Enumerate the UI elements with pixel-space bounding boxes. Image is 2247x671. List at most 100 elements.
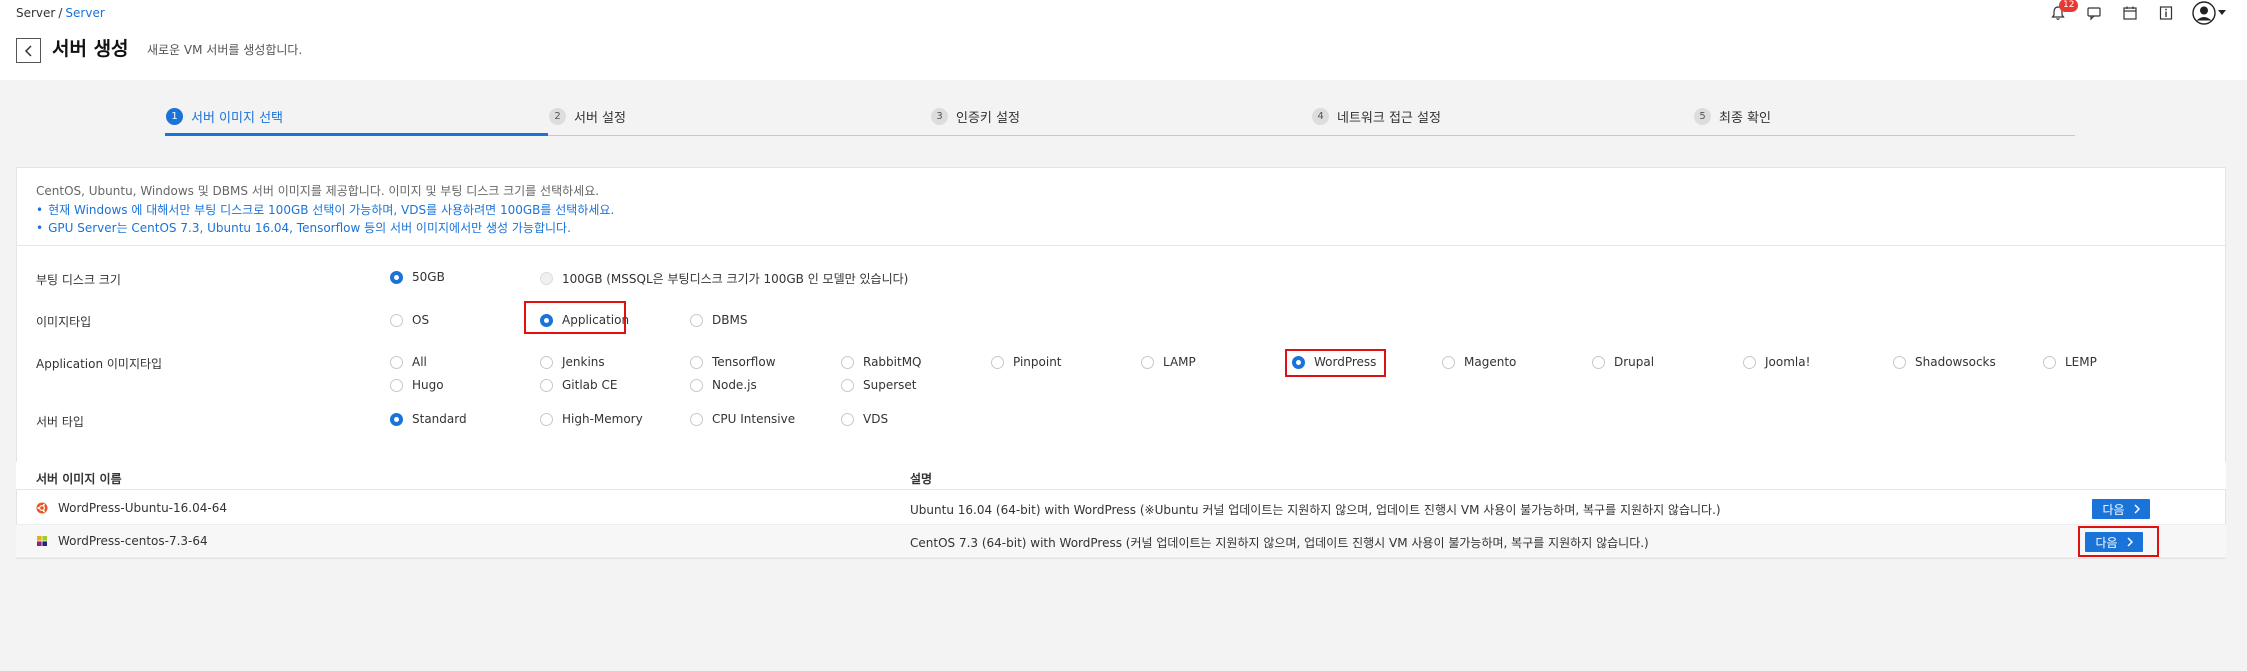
user-menu-button[interactable]	[2191, 1, 2227, 25]
step-number: 4	[1312, 108, 1329, 125]
image-type-label: 이미지타입	[36, 315, 92, 329]
image-name: WordPress-centos-7.3-64	[58, 534, 208, 548]
back-button[interactable]	[16, 38, 41, 63]
step-final-confirm[interactable]: 5 최종 확인	[1694, 107, 1771, 126]
radio-label: Pinpoint	[1013, 355, 1062, 369]
radio-dot	[390, 270, 403, 284]
radio-app-nodejs[interactable]: Node.js	[690, 378, 757, 392]
radio-app-lamp[interactable]: LAMP	[1141, 355, 1196, 369]
radio-label: CPU Intensive	[712, 412, 796, 426]
radio-label: Hugo	[412, 378, 444, 392]
radio-label: Shadowsocks	[1915, 355, 1996, 369]
notification-button[interactable]: 12	[2047, 0, 2079, 24]
step-network-access[interactable]: 4 네트워크 접근 설정	[1312, 107, 1441, 126]
radio-label: All	[412, 355, 427, 369]
info-line: CentOS, Ubuntu, Windows 및 DBMS 서버 이미지를 제…	[36, 184, 600, 198]
radio-app-hugo[interactable]: Hugo	[390, 378, 444, 392]
step-auth-key[interactable]: 3 인증키 설정	[931, 107, 1020, 126]
radio-image-dbms[interactable]: DBMS	[690, 313, 747, 327]
radio-label: OS	[412, 313, 430, 327]
radio-label: 100GB (MSSQL은 부팅디스크 크기가 100GB 인 모델만 있습니다…	[562, 272, 909, 286]
step-label: 서버 이미지 선택	[191, 111, 283, 126]
radio-label: Superset	[863, 378, 917, 392]
table-header	[16, 462, 2226, 490]
radio-boot-50gb[interactable]: 50GB	[390, 270, 445, 284]
radio-dot	[540, 355, 553, 369]
radio-dot	[540, 272, 553, 285]
radio-label: High-Memory	[562, 412, 643, 426]
info-button[interactable]	[2155, 2, 2177, 24]
radio-app-superset[interactable]: Superset	[841, 378, 917, 392]
radio-dot	[540, 412, 553, 426]
breadcrumb-root[interactable]: Server	[16, 6, 55, 20]
boot-disk-label: 부팅 디스크 크기	[36, 273, 121, 287]
step-number: 3	[931, 108, 948, 125]
highlight-box	[524, 301, 626, 334]
radio-app-drupal[interactable]: Drupal	[1592, 355, 1654, 369]
radio-dot	[540, 378, 553, 392]
radio-boot-100gb[interactable]: 100GB (MSSQL은 부팅디스크 크기가 100GB 인 모델만 있습니다…	[540, 270, 908, 287]
radio-label: 50GB	[412, 270, 445, 284]
radio-app-gitlab-ce[interactable]: Gitlab CE	[540, 378, 617, 392]
radio-app-jenkins[interactable]: Jenkins	[540, 355, 605, 369]
breadcrumb: Server / Server	[16, 6, 105, 20]
step-label: 서버 설정	[574, 111, 626, 126]
radio-label: Magento	[1464, 355, 1517, 369]
radio-label: Joomla!	[1765, 355, 1811, 369]
step-number: 2	[549, 108, 566, 125]
chat-button[interactable]	[2083, 2, 2105, 24]
highlight-box	[2078, 526, 2159, 557]
radio-app-magento[interactable]: Magento	[1442, 355, 1516, 369]
radio-dot	[690, 355, 703, 369]
step-number: 5	[1694, 108, 1711, 125]
step-label: 최종 확인	[1719, 111, 1771, 126]
radio-label: Drupal	[1614, 355, 1655, 369]
caret-down-icon	[2218, 10, 2226, 15]
radio-label: RabbitMQ	[863, 355, 922, 369]
radio-app-lemp[interactable]: LEMP	[2043, 355, 2097, 369]
radio-dot	[991, 355, 1004, 369]
radio-dot	[1442, 355, 1455, 369]
column-header-name: 서버 이미지 이름	[36, 472, 122, 486]
divider	[16, 245, 2226, 246]
chat-icon	[2087, 7, 2101, 21]
radio-dot	[1893, 355, 1906, 369]
radio-server-standard[interactable]: Standard	[390, 412, 467, 426]
radio-dot	[690, 412, 703, 426]
radio-dot	[1141, 355, 1154, 369]
column-header-desc: 설명	[910, 472, 933, 486]
app-image-type-label: Application 이미지타입	[36, 357, 163, 371]
radio-dot	[390, 355, 403, 369]
breadcrumb-current[interactable]: Server	[65, 6, 104, 20]
radio-app-shadowsocks[interactable]: Shadowsocks	[1893, 355, 1996, 369]
step-server-settings[interactable]: 2 서버 설정	[549, 107, 626, 126]
info-text: CentOS, Ubuntu, Windows 및 DBMS 서버 이미지를 제…	[36, 182, 614, 238]
chevron-right-icon	[2134, 504, 2140, 514]
notification-badge: 12	[2059, 0, 2079, 12]
step-image-select[interactable]: 1 서버 이미지 선택	[166, 107, 283, 126]
page-title: 서버 생성	[52, 38, 129, 60]
radio-server-high-memory[interactable]: High-Memory	[540, 412, 643, 426]
radio-dot	[690, 313, 703, 327]
calendar-button[interactable]	[2119, 2, 2141, 24]
radio-label: LAMP	[1163, 355, 1196, 369]
steps-progress	[165, 133, 548, 136]
radio-app-all[interactable]: All	[390, 355, 427, 369]
step-label: 네트워크 접근 설정	[1337, 111, 1441, 126]
radio-server-cpu-intensive[interactable]: CPU Intensive	[690, 412, 795, 426]
info-bullet: 현재 Windows 에 대해서만 부팅 디스크로 100GB 선택이 가능하며…	[36, 201, 614, 220]
radio-dot	[841, 412, 854, 426]
radio-app-rabbitmq[interactable]: RabbitMQ	[841, 355, 922, 369]
image-description: CentOS 7.3 (64-bit) with WordPress (커널 업…	[910, 536, 1649, 550]
radio-app-joomla[interactable]: Joomla!	[1743, 355, 1810, 369]
radio-image-os[interactable]: OS	[390, 313, 429, 327]
radio-dot	[841, 378, 854, 392]
radio-app-tensorflow[interactable]: Tensorflow	[690, 355, 776, 369]
radio-dot	[390, 378, 403, 392]
radio-dot	[390, 313, 403, 327]
radio-app-pinpoint[interactable]: Pinpoint	[991, 355, 1062, 369]
radio-server-vds[interactable]: VDS	[841, 412, 888, 426]
radio-label: DBMS	[712, 313, 748, 327]
next-button[interactable]: 다음	[2092, 499, 2150, 519]
top-icons: 12	[2047, 0, 2227, 25]
